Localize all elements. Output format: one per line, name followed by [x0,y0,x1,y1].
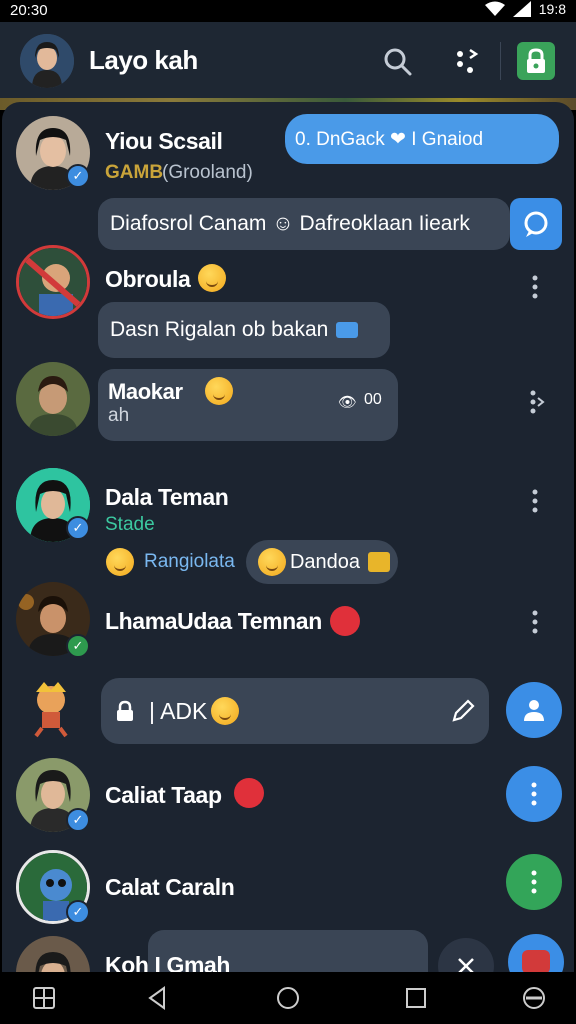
emoji-icon [198,264,226,292]
chat-subtitle: (Grooland) [162,162,253,183]
chat-name: Maokar [108,379,183,404]
chat-name: Caliat Taap [105,782,222,808]
chat-name: Obroula [105,266,191,292]
online-badge-icon: ✓ [66,634,90,658]
chat-name: Calat Caraln [105,874,235,900]
lock-button[interactable] [517,42,555,80]
app-bar: Layo kah [0,22,576,98]
preview-text: Diafosrol Canam ☺ Dafreoklaan Iieark [110,212,470,235]
message-preview: Dasn Rigalan ob bakan [98,302,390,358]
signal-icon [512,1,531,17]
search-icon[interactable] [380,44,414,78]
kebab-menu-icon[interactable] [525,272,545,302]
avatar [16,362,90,436]
system-nav-bar [0,972,576,1024]
character-sticker-icon [34,682,68,738]
status-time: 20:30 [10,2,48,19]
kebab-menu-icon [531,782,537,806]
message-bubble: Maokar ah 👁 00 [98,369,398,441]
reaction-chip[interactable]: Dandoa [246,540,398,584]
new-contact-button[interactable] [506,682,562,738]
pill-text: 0. DnGack ❤ I Gnaiod [295,128,484,150]
person-icon [524,700,544,721]
seen-count: 00 [364,391,382,408]
reply-button[interactable] [510,198,562,250]
options-button[interactable] [506,766,562,822]
reaction-chip[interactable]: Rangiolata [102,548,235,576]
compose-text: | ADK [149,697,208,724]
recents-icon[interactable] [402,984,430,1012]
chat-subtitle: Stade [105,514,155,535]
chat-name: Koh I Gmah [105,952,231,972]
more-options-icon[interactable] [450,44,484,78]
profile-avatar[interactable] [20,34,74,88]
status-pill[interactable]: 0. DnGack ❤ I Gnaiod [285,114,559,164]
chat-list-panel: ✓ Yiou Scsail GAMB (Grooland) 0. DnGack … [2,102,574,972]
forward-icon[interactable] [525,387,545,417]
avatar [16,936,90,972]
wifi-icon [484,1,505,16]
verified-badge-icon: ✓ [66,516,90,540]
chat-name: LhamaUdaa Temnan [105,608,322,634]
status-bar: 20:30 19:8 [0,0,576,22]
attachment-icon [336,322,359,338]
lock-icon [117,700,133,721]
avatar [16,245,90,319]
chip-label: Rangiolata [144,551,235,572]
message-preview: Diafosrol Canam ☺ Dafreoklaan Iieark [98,198,510,250]
kebab-menu-icon[interactable] [525,486,545,516]
home-icon[interactable] [274,984,302,1012]
edit-icon[interactable] [449,697,477,725]
verified-badge-icon: ✓ [66,900,90,924]
emoji-icon [211,697,240,725]
sticker-button[interactable] [508,934,564,972]
chat-tag: GAMB [105,162,164,183]
emoji-icon [205,377,233,405]
apps-icon[interactable] [30,984,58,1012]
face-icon [258,548,286,576]
kebab-menu-icon [531,870,537,894]
face-icon [106,548,134,576]
compose-input[interactable]: | ADK [101,678,489,744]
kebab-menu-icon[interactable] [525,607,545,637]
verified-badge-icon: ✓ [66,808,90,832]
options-button[interactable] [506,854,562,910]
sticker-icon [522,950,550,972]
mute-icon [458,958,474,972]
status-icons: 19:8 [484,1,566,17]
back-icon[interactable] [144,984,172,1012]
battery-text: 19:8 [538,1,566,17]
lock-icon [527,48,545,73]
divider [500,42,501,80]
page-title: Layo kah [89,45,198,75]
chat-name: Dala Teman [105,484,229,510]
crown-icon [368,552,390,572]
angry-emoji-icon [234,778,264,808]
verified-badge-icon: ✓ [66,164,90,188]
chip-label: Dandoa [289,550,361,573]
chat-name: Yiou Scsail [105,128,223,154]
seen-icon: 👁 [338,394,358,411]
mute-button[interactable] [438,938,494,972]
preview-text: Dasn Rigalan ob bakan [110,318,329,341]
angry-emoji-icon [330,606,360,636]
chat-bubble-icon [524,211,548,237]
assistant-icon[interactable] [520,984,548,1012]
